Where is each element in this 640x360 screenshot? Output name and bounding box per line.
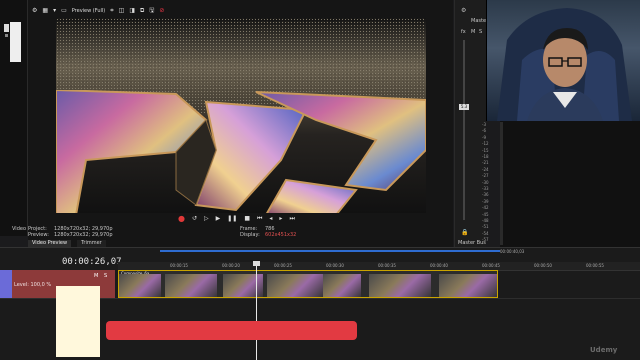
transport-controls: ● ↺ ▷ ▶ ❚❚ ■ ⏮ ◂ ▸ ⏭ <box>178 214 295 224</box>
annotation-overlay <box>56 286 100 357</box>
ruler-tick-label: 00:00:55 <box>586 263 604 268</box>
ruler-tick-label: 00:00:30 <box>326 263 344 268</box>
meter-scale-label: -27 <box>482 173 489 179</box>
3d-text-render <box>56 90 426 213</box>
meter-scale-label: -15 <box>482 147 489 153</box>
go-to-start-icon[interactable]: ⏮ <box>257 216 262 222</box>
timecode-display: 00:00:26,07 <box>62 257 122 267</box>
meter-scale-label: -6 <box>482 128 486 134</box>
dropdown-arrow-icon[interactable]: ▾ <box>53 8 56 14</box>
save-snapshot-icon[interactable]: 🖫 <box>149 8 154 14</box>
preview-value: 1280x720x32; 29,970p <box>54 232 113 238</box>
mute-button[interactable]: M <box>471 29 475 35</box>
playhead-handle[interactable] <box>253 261 260 266</box>
ruler-tick-label: 00:00:15 <box>170 263 188 268</box>
fx-button[interactable]: fx <box>461 29 466 35</box>
meter-scale-label: -9 <box>482 134 486 140</box>
layout-icon[interactable]: ▦ <box>42 8 48 14</box>
meter-scale-label: -51 <box>482 224 489 230</box>
prev-frame-icon[interactable]: ◂ <box>269 216 272 222</box>
meter-scale-label: -12 <box>482 141 489 147</box>
meter-scale-label: -36 <box>482 192 489 198</box>
display-value: 602x451x32 <box>265 232 297 238</box>
settings-icon[interactable]: ⚙ <box>461 8 466 14</box>
ruler-tick-label: 00:00:35 <box>378 263 396 268</box>
preview-tab-bar: Video Preview Trimmer <box>28 240 106 247</box>
meter-scale-label: -18 <box>482 154 489 159</box>
meter-scale-label: -33 <box>482 186 489 191</box>
meter-scale-label: -45 <box>482 211 489 217</box>
preview-toolbar: ⚙ ▦ ▾ ▭ Preview (Full) ⌗ ◫ ◨ ⧉ 🖫 ⊘ <box>28 5 453 17</box>
meter-bar <box>500 122 503 245</box>
preview-info: Video Project: 1280x720x32; 29,970p Prev… <box>12 226 453 240</box>
lock-icon[interactable]: 🔒 <box>461 230 468 236</box>
timeline-panel: 00:00:40,03 00:00:26,07 00:00:15 00:00:20… <box>0 247 640 360</box>
meter-scale-label: -42 <box>482 205 489 211</box>
grid-icon[interactable]: ⌗ <box>110 8 113 14</box>
track-level-label: Level: 100,0 % <box>14 282 52 288</box>
instructor-webcam <box>486 0 640 121</box>
pause-icon[interactable]: ❚❚ <box>227 216 237 222</box>
meter-scale-label: -57 <box>482 237 489 243</box>
overlay-icon[interactable]: ◫ <box>119 8 125 14</box>
stop-icon[interactable]: ■ <box>244 216 250 222</box>
preview-quality-select[interactable]: Preview (Full) <box>72 8 106 14</box>
go-to-end-icon[interactable]: ⏭ <box>289 216 294 222</box>
ruler-tick-label: 00:00:45 <box>482 263 500 268</box>
copy-snapshot-icon[interactable]: ⧉ <box>140 8 144 14</box>
video-label: Video <box>12 226 27 232</box>
ruler-tick-label: 00:00:50 <box>534 263 552 268</box>
udemy-watermark: Udemy <box>590 346 618 354</box>
docked-window-icon[interactable] <box>4 24 9 32</box>
play-icon[interactable]: ▶ <box>216 216 221 222</box>
split-screen-icon[interactable]: ◨ <box>129 8 135 14</box>
ruler-tick-label: 00:00:20 <box>222 263 240 268</box>
volume-slider-track[interactable] <box>463 40 465 220</box>
meter-scale-label: -21 <box>482 160 489 166</box>
external-monitor-icon[interactable]: ⊘ <box>159 8 164 14</box>
settings-icon[interactable]: ⚙ <box>32 8 37 14</box>
record-icon[interactable]: ● <box>178 215 185 223</box>
track-color-strip <box>0 270 12 298</box>
meter-scale-label: -54 <box>482 230 489 236</box>
video-preview-window: ⚙ ▦ ▾ ▭ Preview (Full) ⌗ ◫ ◨ ⧉ 🖫 ⊘ ● ↺ ▷… <box>12 0 453 247</box>
loop-region-bar[interactable] <box>160 250 500 252</box>
audio-meter: -3 -6 -9 -12 -15 -18 -21 -24 -27 -30 -33 -36 -39 -42-… <box>482 120 640 247</box>
track-mute-button[interactable]: M <box>94 273 98 279</box>
preview-label: Preview: <box>28 232 49 238</box>
meter-scale-label: -24 <box>482 166 489 172</box>
next-frame-icon[interactable]: ▸ <box>279 216 282 222</box>
left-dock-strip <box>0 0 28 236</box>
play-from-start-icon[interactable]: ▷ <box>204 216 209 222</box>
display-label: Display: <box>240 232 260 238</box>
ruler-tick-label: 00:00:25 <box>274 263 292 268</box>
video-frame <box>56 18 426 213</box>
playhead-cursor[interactable] <box>256 262 257 360</box>
track-solo-button[interactable]: S <box>104 273 107 279</box>
loop-end-marker[interactable]: 00:00:40,03 <box>500 249 524 254</box>
instructor-video <box>497 8 632 121</box>
volume-slider-handle[interactable]: 5.3 <box>459 104 469 110</box>
meter-scale-label: -48 <box>482 218 489 223</box>
meter-scale-label: -30 <box>482 179 489 185</box>
ruler-tick-label: 00:00:40 <box>430 263 448 268</box>
docked-window-icon[interactable] <box>10 22 21 62</box>
dock-indicator <box>5 34 8 37</box>
tab-video-preview[interactable]: Video Preview <box>28 240 72 247</box>
loop-icon[interactable]: ↺ <box>192 216 197 222</box>
preview-quality-icon: ▭ <box>61 7 67 14</box>
meter-scale: -3 -6 -9 -12 -15 -18 -21 -24 -27 -30 -33 -36 -39 -42-… <box>478 120 498 247</box>
video-event-clip[interactable]: Composite_6a <box>118 270 498 298</box>
tab-trimmer[interactable]: Trimmer <box>77 240 106 247</box>
meter-scale-label: -39 <box>482 198 489 204</box>
solo-button[interactable]: S <box>479 29 482 35</box>
meter-scale-label: -3 <box>482 122 486 127</box>
highlight-bar <box>106 321 357 340</box>
